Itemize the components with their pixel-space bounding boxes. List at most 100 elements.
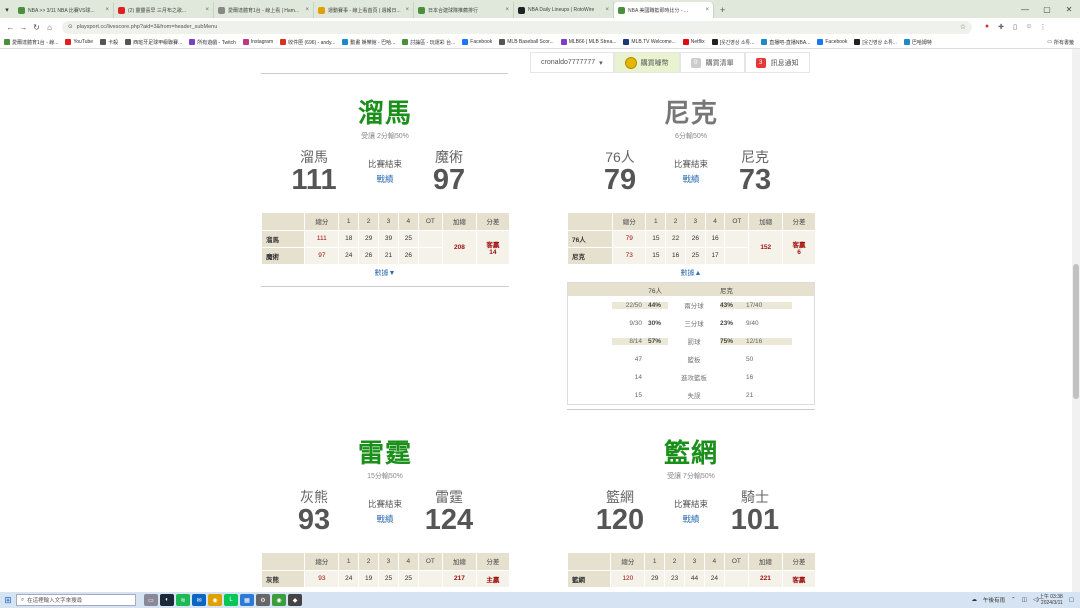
bookmark-item[interactable]: 直播吧-直播NBA... — [761, 39, 810, 46]
close-tab-icon[interactable]: × — [605, 7, 609, 13]
new-tab-button[interactable]: + — [714, 2, 731, 18]
bookmark-item[interactable]: MLB.TV Welcome... — [623, 39, 676, 45]
settings-icon[interactable]: ⚙ — [256, 594, 270, 606]
bookmark-item[interactable]: MLB66 | MLB Strea... — [560, 39, 616, 45]
bookmark-star-icon[interactable]: ☆ — [960, 23, 966, 31]
taskbar-search[interactable]: ⌕ 在這裡輸入文字來搜尋 — [16, 594, 136, 606]
browser-tab[interactable]: NBA Daily Lineups | RotoWire × — [514, 2, 614, 18]
notification-center-icon[interactable]: ▢ — [1069, 597, 1074, 603]
browser-tab[interactable]: (2) 靈靈喜早 三月布之歌... × — [114, 2, 214, 18]
tab-actions-icon[interactable]: ▾ — [0, 2, 14, 18]
scrollbar-thumb[interactable] — [1073, 264, 1079, 399]
game-report-link[interactable]: 戰績 — [355, 173, 415, 185]
minimize-icon[interactable]: — — [1014, 5, 1036, 14]
column-header: OT — [417, 213, 443, 230]
close-tab-icon[interactable]: × — [405, 7, 409, 13]
bookmark-item[interactable]: Netflix — [682, 39, 705, 45]
back-icon[interactable]: ← — [4, 23, 17, 32]
bookmark-label: YouTube — [73, 39, 94, 45]
close-tab-icon[interactable]: × — [505, 7, 509, 13]
bookmark-item[interactable]: 所有遊戲 - Twitch — [189, 39, 236, 46]
column-header: 分差 — [781, 553, 815, 570]
browser-tab[interactable]: NBA 美國職籃即時比分 - ... × — [614, 2, 714, 18]
stat-label: 失誤 — [687, 393, 701, 400]
bookmark-item[interactable]: 討論區 - 玩運彩 台... — [402, 39, 455, 46]
table-header-row: 總分 1 2 3 4 OT 加總 分差 — [260, 553, 509, 570]
notifications-button[interactable]: 3 訊息通知 — [744, 52, 810, 73]
network-icon[interactable]: ◫ — [1022, 597, 1027, 603]
puzzle-icon[interactable]: ✚ — [994, 23, 1008, 31]
bookmark-item[interactable]: MLB Baseball Scor... — [499, 39, 554, 45]
spotify-icon[interactable]: ≋ — [176, 594, 190, 606]
stats-toggle-button[interactable]: 數據▼ — [261, 268, 509, 278]
bookmark-item[interactable]: 動畫 娛樂館 - 巴哈... — [342, 39, 395, 46]
buy-coins-button[interactable]: 購買噱幣 — [613, 52, 680, 73]
quarter-cell: 22 — [665, 229, 686, 247]
steam-icon[interactable]: ◐ — [160, 594, 174, 606]
divider — [261, 286, 509, 287]
browser-tab[interactable]: NBA >> 3/11 NBA 比賽VS球... × — [14, 2, 114, 18]
bookmark-favicon-icon — [761, 39, 768, 45]
browser-tab[interactable]: 運動賽事 - 線上看首頁 | 週報日... × — [314, 2, 414, 18]
browser-tab[interactable]: 愛爾達體育1台 - 線上看 | Ham... × — [214, 2, 314, 18]
menu-icon[interactable]: ⋮ — [1036, 23, 1050, 31]
close-tab-icon[interactable]: × — [105, 7, 109, 13]
bookmark-item[interactable]: 西班牙足球甲級聯賽... — [125, 39, 182, 46]
clock[interactable]: 上午 03:38 2024/3/11 — [1039, 594, 1063, 606]
game-status-text: 比賽結束 — [673, 499, 708, 509]
tray-chevron-icon[interactable]: ⌃ — [1011, 597, 1016, 603]
tab-title: 愛爾達體育1台 - 線上看 | Ham... — [228, 7, 300, 14]
store-icon[interactable]: ▦ — [240, 594, 254, 606]
bookmark-item[interactable]: YouTube — [65, 39, 93, 45]
task-view-icon[interactable]: ▭ — [144, 594, 158, 606]
bookmark-item[interactable]: 卡殺 — [100, 39, 118, 46]
bookmark-item[interactable]: Facebook — [817, 39, 847, 45]
bookmark-label: 卡殺 — [108, 39, 119, 46]
bookmark-item[interactable]: 收件匣 (696) - andy... — [280, 39, 335, 46]
bookmark-item[interactable]: Facebook — [462, 39, 492, 45]
bookmark-item[interactable]: 愛爾達體育1台 - 線... — [4, 39, 58, 46]
stats-team-a: 76人 — [648, 287, 662, 295]
bookmark-item[interactable]: Instagram — [242, 39, 273, 45]
column-header: 加總 — [442, 553, 477, 570]
close-tab-icon[interactable]: × — [705, 7, 709, 13]
close-tab-icon[interactable]: × — [205, 7, 209, 13]
close-tab-icon[interactable]: × — [305, 7, 309, 13]
home-icon[interactable]: ⌂ — [43, 23, 56, 32]
line-icon[interactable]: L — [224, 594, 238, 606]
column-header: 總分 — [610, 553, 645, 570]
browser-icon[interactable]: ◉ — [272, 594, 286, 606]
app-icon[interactable]: ◆ — [288, 594, 302, 606]
game-report-link[interactable]: 戰績 — [355, 513, 415, 525]
browser-tab[interactable]: 日本合建球隊推薦排行 × — [414, 2, 514, 18]
game-report-link[interactable]: 戰績 — [661, 513, 721, 525]
extension-icon[interactable]: ● — [980, 23, 994, 31]
column-header: 2 — [358, 553, 379, 570]
address-bar[interactable]: ⊙ playsport.cc/livescore.php?aid=3&from=… — [62, 20, 972, 34]
game-report-link[interactable]: 戰績 — [661, 173, 721, 185]
sidebar-icon[interactable]: ▯ — [1008, 23, 1022, 31]
reload-icon[interactable]: ↻ — [30, 23, 43, 32]
ot-cell — [417, 569, 443, 587]
tab-title: NBA >> 3/11 NBA 比賽VS球... — [28, 7, 95, 14]
profile-icon[interactable]: ☺ — [1022, 23, 1036, 31]
site-info-icon[interactable]: ⊙ — [68, 24, 73, 30]
all-bookmarks-button[interactable]: ▭ 所有書籤 — [1047, 39, 1074, 46]
close-window-icon[interactable]: ✕ — [1058, 5, 1080, 14]
watchlist-button[interactable]: 0 購買清單 — [679, 52, 745, 73]
stat-label: 兩分球 — [684, 303, 704, 310]
chrome-icon[interactable]: ◉ — [208, 594, 222, 606]
page-scrollbar[interactable] — [1072, 49, 1080, 592]
user-menu[interactable]: cronaldo7777777 ▾ — [530, 52, 614, 73]
mail-icon[interactable]: ✉ — [192, 594, 206, 606]
windows-start-icon[interactable]: ⊞ — [0, 592, 16, 608]
bookmark-item[interactable]: [웃긴영상 소튜... — [854, 39, 897, 46]
stats-toggle-button[interactable]: 數據▲ — [567, 268, 815, 278]
bookmark-item[interactable]: [웃긴영상 소튜... — [711, 39, 754, 46]
stat-a-pct: 44% — [648, 301, 668, 309]
bookmark-item[interactable]: 巴哈姆特 — [903, 39, 932, 46]
forward-icon[interactable]: → — [17, 23, 30, 32]
game-status: 比賽結束 戰績 — [661, 158, 721, 185]
sum-cell: 217 — [442, 569, 477, 587]
maximize-icon[interactable]: ▢ — [1036, 5, 1058, 14]
